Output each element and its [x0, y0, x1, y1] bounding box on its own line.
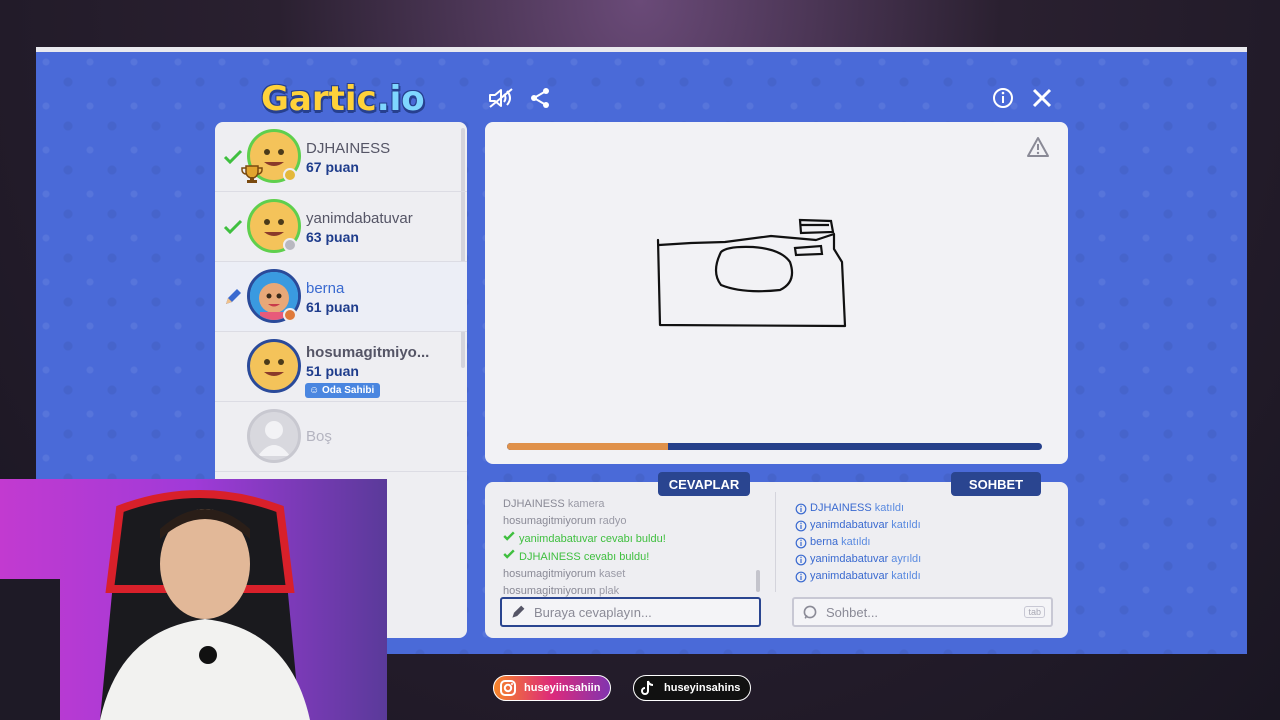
chat-panel: CEVAPLAR SOHBET DJHAINESS kamera hosumagi… — [485, 472, 1068, 638]
check-icon — [223, 219, 243, 234]
chat-log: DJHAINESS katıldı yanimdabatuvar katıldı ber… — [795, 500, 1055, 585]
tiktok-handle: huseyinsahins — [664, 682, 741, 694]
streamer-video — [0, 479, 387, 720]
instagram-link[interactable]: huseyiinsahiin — [493, 675, 612, 701]
chat-input[interactable] — [826, 604, 1026, 620]
trophy-icon — [241, 165, 263, 183]
drawing-area[interactable] — [485, 122, 1068, 442]
chat-user: yanimdabatuvar — [810, 570, 889, 582]
tab-chat[interactable]: SOHBET — [951, 472, 1041, 496]
answer-user: hosumagitmiyorum — [503, 568, 596, 580]
answers-log: DJHAINESS kamera hosumagitmiyorum radyo ya… — [503, 496, 761, 600]
answer-user: hosumagitmiyorum — [503, 585, 596, 597]
chat-bubble-icon — [803, 605, 817, 619]
info-icon — [795, 520, 807, 531]
answer-text: kamera — [567, 498, 605, 510]
avatar — [247, 339, 301, 393]
chat-action: ayrıldı — [891, 553, 922, 565]
pencil-icon — [512, 605, 525, 618]
status-dot — [283, 238, 297, 252]
instagram-handle: huseyiinsahiin — [524, 682, 601, 694]
tiktok-icon — [638, 678, 658, 698]
check-icon — [503, 549, 515, 559]
chat-action: katıldı — [891, 519, 921, 531]
answer-input[interactable] — [534, 604, 734, 620]
answer-row: hosumagitmiyorum radyo — [503, 513, 761, 530]
answer-text: cevabı buldu! — [600, 533, 666, 545]
chat-user: DJHAINESS — [810, 502, 872, 514]
chat-user: yanimdabatuvar — [810, 553, 889, 565]
info-icon[interactable] — [989, 84, 1017, 112]
player-score: 61 puan — [306, 299, 359, 315]
chat-input-box[interactable]: tab — [792, 597, 1053, 627]
chat-row: berna katıldı — [795, 534, 1055, 551]
player-score: 67 puan — [306, 159, 359, 175]
close-icon[interactable] — [1028, 84, 1056, 112]
sound-off-icon[interactable] — [487, 84, 515, 112]
panel-divider — [775, 492, 776, 592]
answer-text: kaset — [598, 568, 626, 580]
answer-user: yanimdabatuvar — [519, 533, 598, 545]
player-row[interactable]: yanimdabatuvar 63 puan — [215, 192, 467, 262]
answer-row: yanimdabatuvar cevabı buldu! — [503, 530, 761, 548]
chat-action: katıldı — [891, 570, 921, 582]
player-name: hosumagitmiyo... — [306, 344, 430, 361]
answers-scrollbar[interactable] — [756, 570, 760, 592]
tiktok-link[interactable]: huseyinsahins — [633, 675, 752, 701]
player-row[interactable]: hosumagitmiyo... 51 puan ☺ Oda Sahibi — [215, 332, 467, 402]
player-score: 63 puan — [306, 229, 359, 245]
instagram-icon — [498, 678, 518, 698]
room-owner-badge: ☺ Oda Sahibi — [305, 383, 381, 398]
player-row[interactable]: berna 61 puan — [215, 262, 467, 332]
answer-row: hosumagitmiyorum kaset — [503, 566, 761, 583]
answer-user: DJHAINESS — [519, 551, 581, 563]
answer-user: hosumagitmiyorum — [503, 515, 596, 527]
answer-row: DJHAINESS cevabı buldu! — [503, 548, 761, 566]
chat-row: DJHAINESS katıldı — [795, 500, 1055, 517]
pencil-icon — [226, 288, 241, 304]
empty-slot-label: Boş — [306, 428, 332, 445]
tab-answers[interactable]: CEVAPLAR — [658, 472, 750, 496]
tab-key-hint: tab — [1024, 606, 1045, 618]
drawing-canvas[interactable] — [485, 122, 1068, 464]
chat-row: yanimdabatuvar katıldı — [795, 568, 1055, 585]
player-name: yanimdabatuvar — [306, 210, 413, 227]
check-icon — [503, 531, 515, 541]
chat-action: katıldı — [841, 536, 871, 548]
round-timer-bar — [507, 443, 1042, 450]
gartic-logo: Gartic.io — [261, 79, 425, 119]
empty-avatar — [247, 409, 301, 463]
chat-user: yanimdabatuvar — [810, 519, 889, 531]
chat-row: yanimdabatuvar katıldı — [795, 517, 1055, 534]
status-dot — [283, 168, 297, 182]
answer-user: DJHAINESS — [503, 498, 565, 510]
info-icon — [795, 554, 807, 565]
report-warning-icon[interactable] — [1026, 136, 1050, 158]
player-row-empty: Boş — [215, 402, 467, 472]
chat-user: berna — [810, 536, 839, 548]
answer-row: DJHAINESS kamera — [503, 496, 761, 513]
answer-text: radyo — [598, 515, 627, 527]
player-row[interactable]: DJHAINESS 67 puan — [215, 122, 467, 192]
player-name: berna — [306, 280, 345, 297]
round-timer-fill — [507, 443, 668, 450]
info-icon — [795, 571, 807, 582]
info-icon — [795, 503, 807, 514]
answer-input-box[interactable] — [500, 597, 761, 627]
player-score: 51 puan — [306, 363, 359, 379]
answer-text: plak — [598, 585, 620, 597]
chat-row: yanimdabatuvar ayrıldı — [795, 551, 1055, 568]
chat-action: katıldı — [874, 502, 905, 514]
player-name: DJHAINESS — [306, 140, 391, 157]
info-icon — [795, 537, 807, 548]
share-icon[interactable] — [526, 84, 554, 112]
status-dot — [283, 308, 297, 322]
answer-text: cevabı buldu! — [583, 551, 650, 563]
webcam-overlay — [0, 479, 387, 720]
